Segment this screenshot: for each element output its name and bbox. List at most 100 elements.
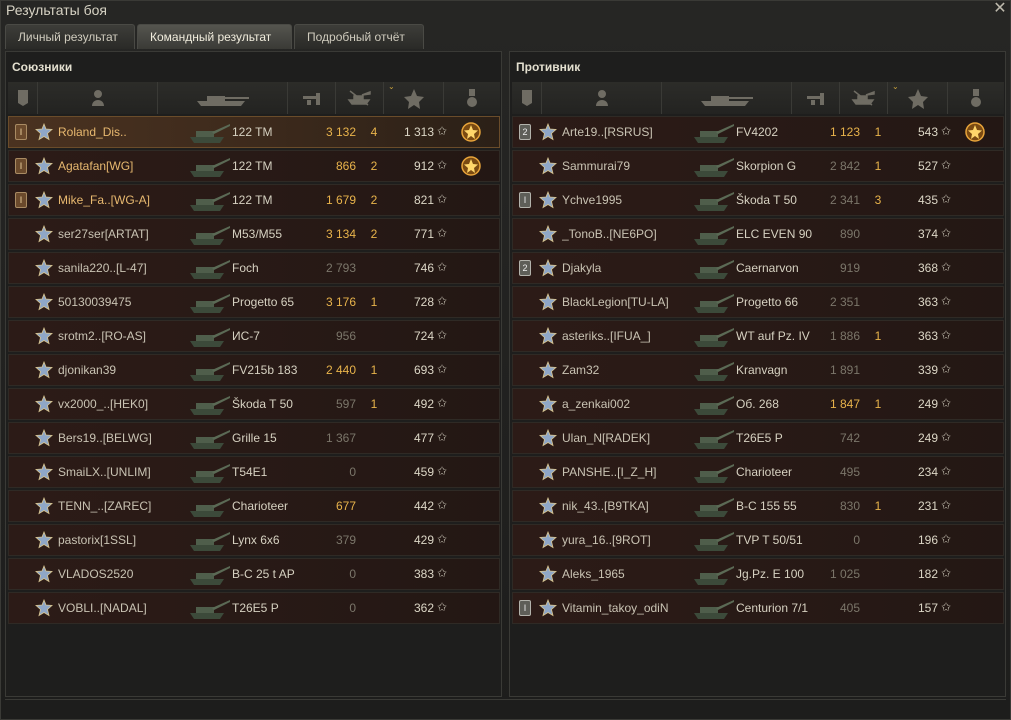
enemies-player-row[interactable]: I Vitamin_takoy_odiN Centurion 7/1 405 157 ✩ — [512, 592, 1004, 624]
enemies-player-row[interactable]: 2 Arte19..[RSRUS] FV4202 1 123 1 543 ✩ — [512, 116, 1004, 148]
player-name[interactable]: ser27ser[ARTAT] — [58, 227, 186, 241]
frags-value: 2 — [370, 227, 378, 241]
allies-col-frags-header[interactable] — [336, 82, 384, 114]
player-name[interactable]: Vitamin_takoy_odiN — [562, 601, 690, 615]
player-name[interactable]: djonikan39 — [58, 363, 186, 377]
allies-col-vehicle-header[interactable] — [158, 82, 288, 114]
player-name[interactable]: 50130039475 — [58, 295, 186, 309]
player-name[interactable]: Aleks_1965 — [562, 567, 690, 581]
experience-cell: 339 ✩ — [890, 362, 952, 377]
allies-player-row[interactable]: ser27ser[ARTAT] M53/M55 3 134 2 771 ✩ — [8, 218, 500, 250]
player-name[interactable]: Ychve1995 — [562, 193, 690, 207]
experience-value: 693 — [413, 363, 434, 377]
rank-badge: I — [15, 158, 27, 174]
close-icon[interactable]: ✕ — [992, 1, 1008, 17]
experience-cell: 374 ✩ — [890, 226, 952, 241]
allies-panel: Союзники ⌄ I Roland_Dis.. 122 TM 3 132 4 1 31… — [5, 51, 502, 697]
enemies-player-row[interactable]: a_zenkai002 Об. 268 1 847 1 249 ✩ — [512, 388, 1004, 420]
enemies-col-rank-header[interactable] — [512, 82, 542, 114]
allies-player-row[interactable]: SmaiLX..[UNLIM] T54E1 0 459 ✩ — [8, 456, 500, 488]
allies-player-row[interactable]: I Roland_Dis.. 122 TM 3 132 4 1 313 ✩ — [8, 116, 500, 148]
tank-cell — [186, 389, 232, 419]
enemies-player-row[interactable]: Zam32 Kranvagn 1 891 339 ✩ — [512, 354, 1004, 386]
allies-player-row[interactable]: djonikan39 FV215b 183 2 440 1 693 ✩ — [8, 354, 500, 386]
allies-player-row[interactable]: VLADOS2520 B-C 25 t AP 0 383 ✩ — [8, 558, 500, 590]
window-title: Результаты боя — [6, 2, 108, 18]
achievement-badge-icon — [539, 599, 557, 617]
player-name[interactable]: sanila220..[L-47] — [58, 261, 186, 275]
enemies-player-row[interactable]: BlackLegion[TU-LA] Progetto 66 2 351 363 ✩ — [512, 286, 1004, 318]
enemies-col-vehicle-header[interactable] — [662, 82, 792, 114]
player-name[interactable]: Arte19..[RSRUS] — [562, 125, 690, 139]
enemies-col-damage-header[interactable] — [792, 82, 840, 114]
allies-player-row[interactable]: vx2000_..[HEK0] Škoda T 50 597 1 492 ✩ — [8, 388, 500, 420]
tank-cell — [690, 457, 736, 487]
vehicle-icon — [190, 532, 230, 551]
medal-icon — [971, 89, 981, 107]
player-name[interactable]: Zam32 — [562, 363, 690, 377]
player-name[interactable]: _TonoB..[NE6PO] — [562, 227, 690, 241]
player-name[interactable]: yura_16..[9ROT] — [562, 533, 690, 547]
rank-cell — [9, 422, 33, 454]
enemies-player-row[interactable]: yura_16..[9ROT] TVP T 50/51 0 196 ✩ — [512, 524, 1004, 556]
enemies-player-row[interactable]: PANSHE..[I_Z_H] Charioteer 495 234 ✩ — [512, 456, 1004, 488]
enemies-player-row[interactable]: 2 Djakyla Caernarvon 919 368 ✩ — [512, 252, 1004, 284]
enemies-col-player-header[interactable] — [542, 82, 662, 114]
allies-col-rank-header[interactable] — [8, 82, 38, 114]
enemies-player-row[interactable]: Sammurai79 Skorpion G 2 842 1 527 ✩ — [512, 150, 1004, 182]
allies-player-row[interactable]: pastorix[1SSL] Lynx 6x6 379 429 ✩ — [8, 524, 500, 556]
player-name[interactable]: a_zenkai002 — [562, 397, 690, 411]
enemies-col-experience-header[interactable]: ⌄ — [888, 82, 948, 114]
allies-player-row[interactable]: Bers19..[BELWG] Grille 15 1 367 477 ✩ — [8, 422, 500, 454]
tab-detailed-report[interactable]: Подробный отчёт — [294, 24, 424, 49]
player-name[interactable]: Ulan_N[RADEK] — [562, 431, 690, 445]
player-name[interactable]: SmaiLX..[UNLIM] — [58, 465, 186, 479]
player-name[interactable]: asteriks..[IFUA_] — [562, 329, 690, 343]
player-name[interactable]: Agatafan[WG] — [58, 159, 186, 173]
player-name[interactable]: VOBLI..[NADAL] — [58, 601, 186, 615]
allies-player-row[interactable]: srotm2..[RO-AS] ИС-7 956 724 ✩ — [8, 320, 500, 352]
player-name[interactable]: Mike_Fa..[WG-A] — [58, 193, 186, 207]
experience-cell: 363 ✩ — [890, 294, 952, 309]
player-name[interactable]: vx2000_..[HEK0] — [58, 397, 186, 411]
player-badge — [537, 359, 559, 381]
player-name[interactable]: PANSHE..[I_Z_H] — [562, 465, 690, 479]
player-name[interactable]: Djakyla — [562, 261, 690, 275]
allies-player-row[interactable]: VOBLI..[NADAL] T26E5 P 0 362 ✩ — [8, 592, 500, 624]
allies-col-player-header[interactable] — [38, 82, 158, 114]
enemies-player-row[interactable]: Ulan_N[RADEK] T26E5 P 742 249 ✩ — [512, 422, 1004, 454]
allies-player-row[interactable]: sanila220..[L-47] Foch 2 793 746 ✩ — [8, 252, 500, 284]
allies-player-row[interactable]: 50130039475 Progetto 65 3 176 1 728 ✩ — [8, 286, 500, 318]
allies-player-row[interactable]: TENN_..[ZAREC] Charioteer 677 442 ✩ — [8, 490, 500, 522]
allies-col-medal-header[interactable] — [444, 82, 500, 114]
enemies-player-row[interactable]: asteriks..[IFUA_] WT auf Pz. IV 1 886 1 363 ✩ — [512, 320, 1004, 352]
allies-col-experience-header[interactable]: ⌄ — [384, 82, 444, 114]
medal-cell — [952, 218, 998, 250]
player-name[interactable]: Sammurai79 — [562, 159, 690, 173]
enemies-col-frags-header[interactable] — [840, 82, 888, 114]
experience-value: 442 — [413, 499, 434, 513]
player-name[interactable]: TENN_..[ZAREC] — [58, 499, 186, 513]
medal-cell — [952, 422, 998, 454]
tab-personal-result[interactable]: Личный результат — [5, 24, 135, 49]
player-name[interactable]: BlackLegion[TU-LA] — [562, 295, 690, 309]
experience-value: 157 — [917, 601, 938, 615]
tank-cell — [690, 559, 736, 589]
enemies-player-row[interactable]: Aleks_1965 Jg.Pz. E 100 1 025 182 ✩ — [512, 558, 1004, 590]
experience-cell: 459 ✩ — [386, 464, 448, 479]
player-name[interactable]: srotm2..[RO-AS] — [58, 329, 186, 343]
enemies-player-row[interactable]: I Ychve1995 Škoda T 50 2 341 3 435 ✩ — [512, 184, 1004, 216]
tab-team-result[interactable]: Командный результат — [137, 24, 292, 49]
player-name[interactable]: Bers19..[BELWG] — [58, 431, 186, 445]
allies-player-row[interactable]: I Mike_Fa..[WG-A] 122 TM 1 679 2 821 ✩ — [8, 184, 500, 216]
allies-col-damage-header[interactable] — [288, 82, 336, 114]
enemies-col-medal-header[interactable] — [948, 82, 1004, 114]
allies-player-row[interactable]: I Agatafan[WG] 122 TM 866 2 912 ✩ — [8, 150, 500, 182]
player-name[interactable]: Roland_Dis.. — [58, 125, 186, 139]
player-name[interactable]: VLADOS2520 — [58, 567, 186, 581]
player-name[interactable]: pastorix[1SSL] — [58, 533, 186, 547]
enemies-player-row[interactable]: nik_43..[B9TKA] B-C 155 55 830 1 231 ✩ — [512, 490, 1004, 522]
enemies-player-row[interactable]: _TonoB..[NE6PO] ELC EVEN 90 890 374 ✩ — [512, 218, 1004, 250]
achievement-badge-icon — [35, 565, 53, 583]
player-name[interactable]: nik_43..[B9TKA] — [562, 499, 690, 513]
